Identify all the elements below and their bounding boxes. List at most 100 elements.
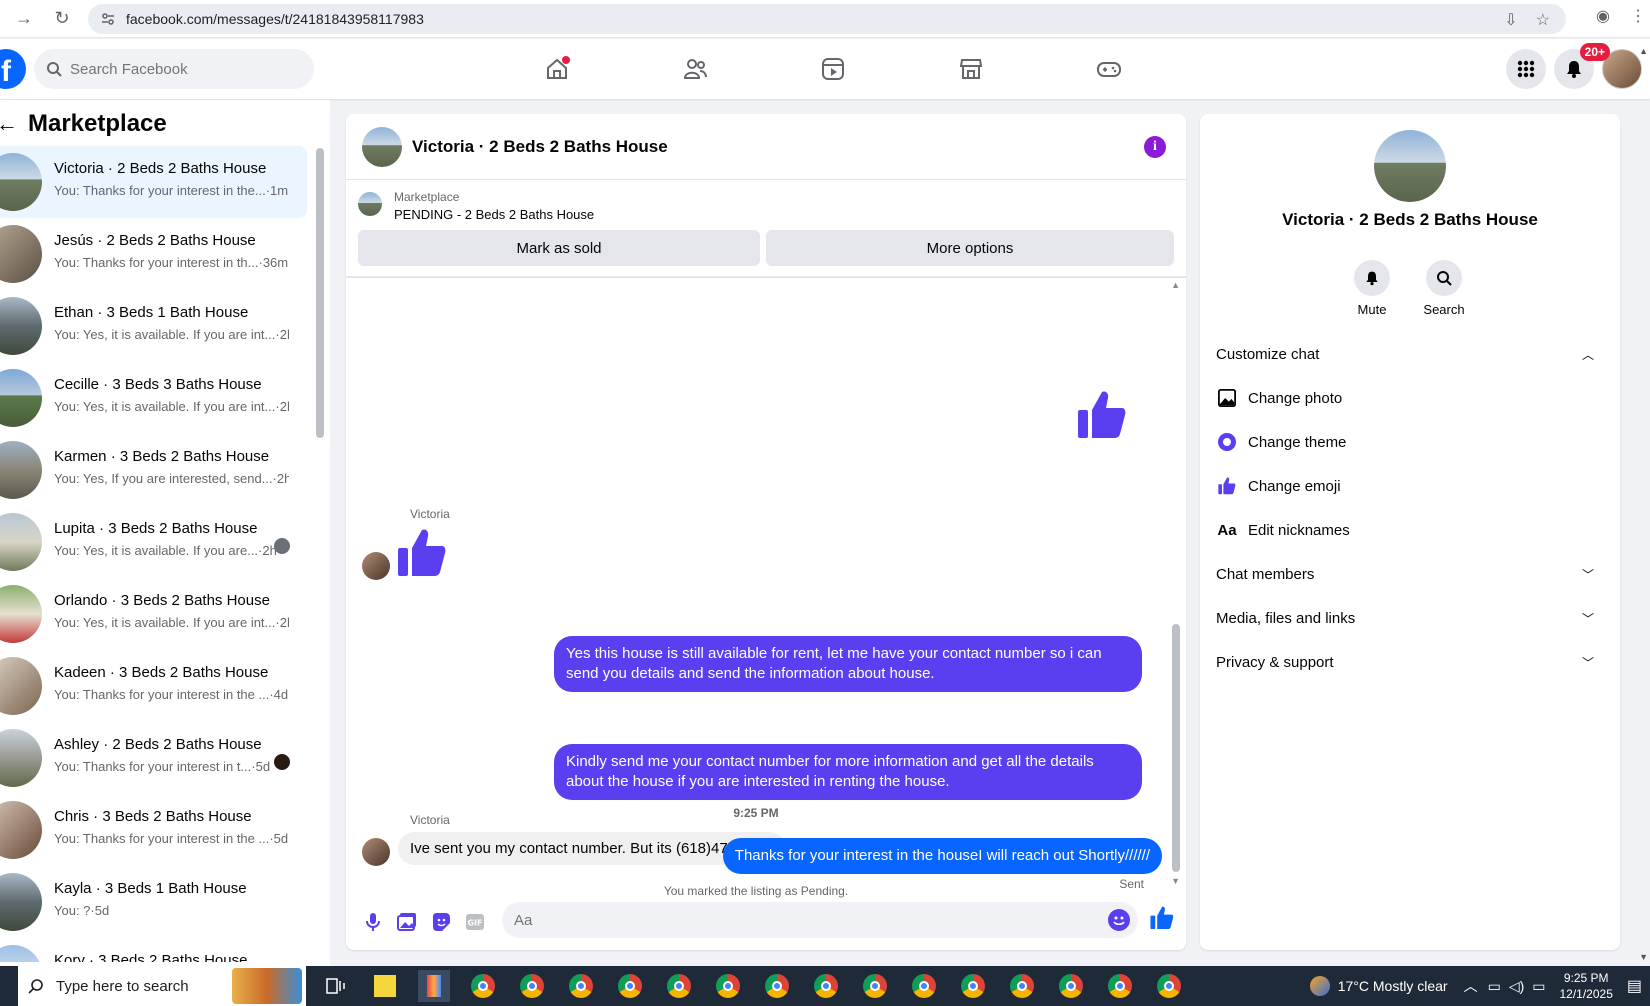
send-like-icon[interactable] — [1150, 906, 1174, 930]
notifications-button[interactable]: 20+ — [1554, 43, 1610, 89]
chrome-icon[interactable] — [1006, 970, 1038, 1002]
install-app-icon[interactable]: ⇩ — [1504, 10, 1517, 30]
outgoing-message[interactable]: Kindly send me your contact number for m… — [554, 744, 1142, 800]
chrome-icon[interactable] — [565, 970, 597, 1002]
weather-icon[interactable] — [1309, 976, 1330, 996]
chrome-icon[interactable] — [614, 970, 646, 1002]
change-photo-item[interactable]: Change photo — [1216, 376, 1604, 420]
conversation-item[interactable]: Orlando · 3 Beds 2 Baths House You: Yes, … — [0, 578, 310, 650]
chrome-icon[interactable] — [1153, 970, 1185, 1002]
mark-as-sold-button[interactable]: Mark as sold — [358, 230, 760, 266]
conversation-item[interactable]: Chris · 3 Beds 2 Baths House You: Thanks … — [0, 794, 310, 866]
conversation-item[interactable]: Kory · 3 Beds 2 Baths House — [0, 938, 310, 962]
nav-friends[interactable] — [626, 39, 764, 99]
conversation-item[interactable]: Lupita · 3 Beds 2 Baths House You: Yes, i… — [0, 506, 310, 578]
chrome-icon[interactable] — [859, 970, 891, 1002]
chrome-icon[interactable] — [712, 970, 744, 1002]
bookmark-star-icon[interactable]: ☆ — [1536, 10, 1550, 30]
browser-menu-icon[interactable]: ⋮ — [1630, 6, 1646, 26]
taskbar-clock[interactable]: 9:25 PM 12/1/2025 — [1559, 970, 1612, 1002]
chrome-icon[interactable] — [1055, 970, 1087, 1002]
conversation-item[interactable]: Karmen · 3 Beds 2 Baths House You: Yes, I… — [0, 434, 310, 506]
back-arrow-icon[interactable]: ← — [0, 111, 18, 137]
message-input[interactable] — [514, 911, 1074, 929]
sticky-notes-icon[interactable] — [369, 970, 401, 1002]
chrome-icon[interactable] — [908, 970, 940, 1002]
taskbar-apps — [320, 970, 1185, 1002]
volume-icon[interactable]: ◁) — [1509, 978, 1524, 995]
photo-icon[interactable] — [390, 905, 424, 939]
battery-icon[interactable]: ▭ — [1532, 978, 1545, 995]
video-icon — [822, 58, 844, 80]
conversation-item[interactable]: Cecille · 3 Beds 3 Baths House You: Yes, … — [0, 362, 310, 434]
facebook-logo[interactable]: f — [0, 49, 26, 89]
conversation-item[interactable]: Kadeen · 3 Beds 2 Baths House You: Thanks… — [0, 650, 310, 722]
edit-nicknames-item[interactable]: Aa Edit nicknames — [1216, 508, 1604, 552]
outgoing-message[interactable]: Thanks for your interest in the houseI w… — [722, 838, 1162, 874]
conversation-item[interactable]: Ethan · 3 Beds 1 Bath House You: Yes, it … — [0, 290, 310, 362]
chat-members-section[interactable]: Chat members ﹀ — [1216, 552, 1604, 596]
change-emoji-item[interactable]: Change emoji — [1216, 464, 1604, 508]
scroll-up-arrow-icon[interactable]: ▲ — [1171, 280, 1180, 290]
chrome-icon[interactable] — [467, 970, 499, 1002]
menu-grid-button[interactable] — [1506, 49, 1546, 89]
network-icon[interactable]: ▭ — [1488, 978, 1501, 995]
facebook-search-input[interactable] — [70, 60, 290, 78]
customize-chat-section[interactable]: Customize chat ︿ — [1216, 332, 1604, 376]
chat-avatar[interactable] — [362, 126, 402, 167]
page-scroll-down-icon[interactable]: ▼ — [1639, 952, 1648, 962]
message-input-wrapper[interactable] — [502, 902, 1138, 938]
conversation-item[interactable]: Victoria · 2 Beds 2 Baths House You: Than… — [0, 146, 307, 218]
chat-scrollbar[interactable] — [1172, 624, 1180, 872]
conversation-item[interactable]: Kayla · 3 Beds 1 Bath House You: ?·5d — [0, 866, 310, 938]
more-options-button[interactable]: More options — [766, 230, 1174, 266]
facebook-search[interactable] — [34, 49, 314, 89]
site-settings-icon[interactable] — [100, 11, 116, 27]
nav-video[interactable] — [764, 39, 902, 99]
chrome-icon[interactable] — [1104, 970, 1136, 1002]
chrome-icon[interactable] — [810, 970, 842, 1002]
mute-button[interactable]: Mute — [1354, 260, 1390, 317]
contact-avatar[interactable] — [362, 838, 390, 866]
scroll-down-arrow-icon[interactable]: ▼ — [1171, 876, 1180, 886]
chrome-icon[interactable] — [957, 970, 989, 1002]
reload-icon[interactable]: ↻ — [48, 5, 76, 33]
tray-chevron-icon[interactable]: ︿ — [1464, 976, 1478, 996]
address-bar[interactable]: facebook.com/messages/t/2418184395811798… — [88, 4, 1566, 34]
chrome-icon[interactable] — [663, 970, 695, 1002]
page-scroll-up-icon[interactable]: ▲ — [1639, 46, 1648, 56]
message-thread: Victoria Yes this house is still availab… — [346, 280, 1166, 898]
nav-gaming[interactable] — [1040, 39, 1178, 99]
chrome-icon[interactable] — [516, 970, 548, 1002]
info-icon[interactable]: i — [1144, 136, 1166, 158]
chat-title[interactable]: Victoria · 2 Beds 2 Baths House — [412, 137, 668, 157]
contact-avatar[interactable] — [362, 552, 390, 580]
app-icon[interactable] — [418, 970, 450, 1002]
privacy-support-section[interactable]: Privacy & support ﹀ — [1216, 640, 1604, 684]
gif-icon[interactable]: GIF — [458, 905, 492, 939]
chrome-icon[interactable] — [761, 970, 793, 1002]
url-text[interactable]: facebook.com/messages/t/2418184395811798… — [126, 11, 424, 27]
emoji-icon[interactable] — [1108, 909, 1130, 931]
taskbar-search[interactable]: Type here to search — [18, 966, 306, 1006]
info-avatar[interactable] — [1374, 130, 1446, 202]
conversation-item[interactable]: Jesús · 2 Beds 2 Baths House You: Thanks … — [0, 218, 310, 290]
conversation-preview: You: Yes, it is available. If you are...… — [54, 543, 277, 558]
sticker-icon[interactable] — [424, 905, 458, 939]
search-conversation-button[interactable]: Search — [1423, 260, 1465, 317]
nav-home[interactable] — [488, 39, 626, 99]
sidebar-title: Marketplace — [28, 110, 167, 137]
notification-center-icon[interactable]: ▤ — [1627, 976, 1642, 996]
task-view-icon[interactable] — [320, 970, 352, 1002]
profile-icon[interactable]: ◉ — [1596, 6, 1610, 26]
listing-thumbnail — [0, 513, 42, 571]
outgoing-message[interactable]: Yes this house is still available for re… — [554, 636, 1142, 692]
media-files-section[interactable]: Media, files and links ﹀ — [1216, 596, 1604, 640]
sidebar-scrollbar[interactable] — [316, 148, 324, 438]
conversation-item[interactable]: Ashley · 2 Beds 2 Baths House You: Thanks… — [0, 722, 310, 794]
weather-text[interactable]: 17°C Mostly clear — [1338, 978, 1448, 994]
microphone-icon[interactable] — [356, 905, 390, 939]
nav-marketplace[interactable] — [902, 39, 1040, 99]
forward-icon[interactable]: → — [10, 5, 38, 33]
change-theme-item[interactable]: Change theme — [1216, 420, 1604, 464]
